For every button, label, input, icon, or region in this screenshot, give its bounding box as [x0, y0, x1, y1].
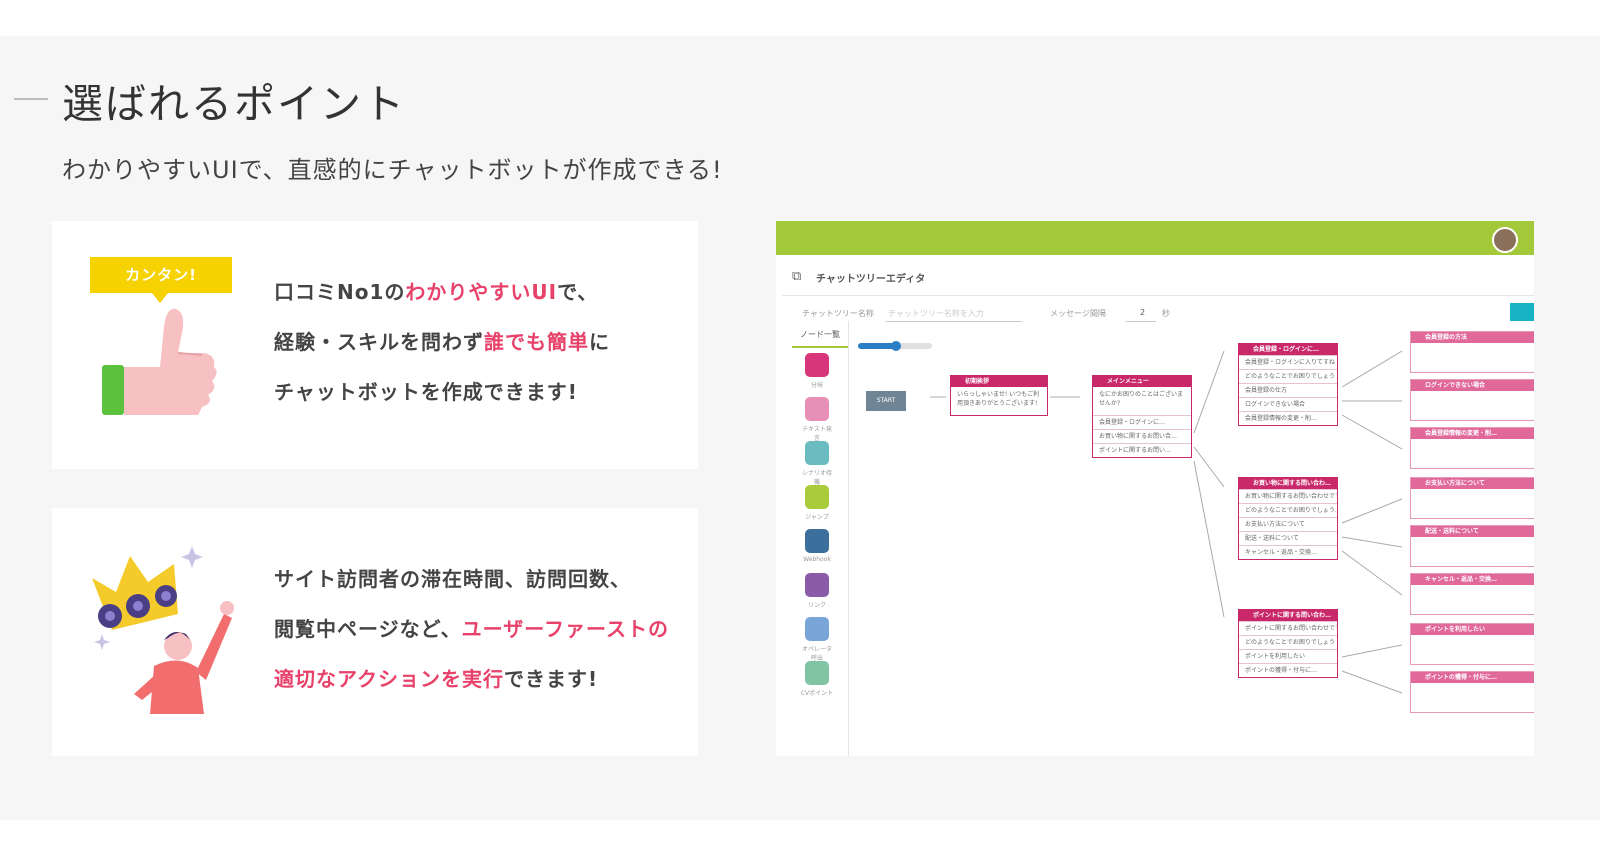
editor-title: チャットツリーエディタ	[816, 274, 926, 285]
thumbs-up-icon	[102, 308, 217, 415]
interval-input[interactable]: 2	[1140, 308, 1145, 317]
card2-line3-highlight: 適切なアクションを実行	[274, 667, 504, 691]
avatar	[1492, 227, 1518, 253]
cv-point-icon	[805, 661, 829, 685]
interval-label: メッセージ間隔	[1050, 309, 1106, 318]
tree-name-underline	[886, 321, 1022, 322]
node-main-menu[interactable]: メインメニュー なにかお困りのことはございませんか? 会員登録・ログインに… お…	[1092, 375, 1192, 458]
card2-line1: サイト訪問者の滞在時間、訪問回数、	[274, 567, 631, 591]
node-item-branch[interactable]: 分岐	[800, 353, 834, 389]
start-node[interactable]: START	[866, 391, 906, 411]
leaf-node[interactable]: ログインできない場合	[1410, 379, 1534, 421]
leaf-node[interactable]: お支払い方法について	[1410, 477, 1534, 519]
card2-line3-b: できます!	[504, 667, 599, 691]
card1-line2-c: に	[589, 330, 610, 354]
card1-line2-highlight: 誰でも簡単	[484, 330, 589, 354]
easy-badge: カンタン!	[90, 257, 232, 303]
title-decoration-line	[14, 98, 48, 100]
leaf-node[interactable]: 会員登録の方法	[1410, 331, 1534, 373]
node-list-sidebar: ノード一覧 分岐 テキスト発言 シナリオ待機 ジャンプ Webhook リンク …	[782, 321, 849, 756]
card1-text: 口コミNo1のわかりやすいUIで、 経験・スキルを問わず誰でも簡単に チャットボ…	[274, 267, 610, 417]
leaf-node[interactable]: ポイントの獲得・付与に…	[1410, 671, 1534, 713]
leaf-node[interactable]: 配送・送料について	[1410, 525, 1534, 567]
card2-text: サイト訪問者の滞在時間、訪問回数、 閲覧中ページなど、ユーザーファーストの 適切…	[274, 554, 669, 704]
interval-underline	[1126, 321, 1156, 322]
node-item-scenario[interactable]: シナリオ待機	[800, 441, 834, 486]
node-item-webhook[interactable]: Webhook	[800, 529, 834, 563]
card1-line1-highlight: わかりやすいUI	[405, 280, 558, 304]
card1-line3: チャットボットを作成できます!	[274, 380, 578, 404]
node-item-cv[interactable]: CVポイント	[800, 661, 834, 697]
scenario-icon	[805, 441, 829, 465]
node-item-operator[interactable]: オペレータ呼出	[800, 617, 834, 662]
card2-line2-a: 閲覧中ページなど、	[274, 617, 462, 641]
editor-field-row: チャットツリー名称 チャットツリー名称を入力 メッセージ間隔 2 秒	[782, 301, 1534, 327]
text-bubble-icon	[805, 397, 829, 421]
node-shopping[interactable]: お買い物に関する問い合わ… お買い物に関するお問い合わせですね どのようなことで…	[1238, 477, 1338, 560]
section-subtitle: わかりやすいUIで、直感的にチャットボットが作成できる!	[62, 156, 723, 184]
feature-card-action: サイト訪問者の滞在時間、訪問回数、 閲覧中ページなど、ユーザーファーストの 適切…	[52, 508, 698, 756]
tree-icon: ⧉	[792, 269, 802, 284]
tree-name-input[interactable]: チャットツリー名称を入力	[888, 308, 984, 319]
chat-tree-editor-screenshot: ⧉ チャットツリーエディタ チャットツリー名称 チャットツリー名称を入力 メッセ…	[776, 221, 1534, 756]
leaf-node[interactable]: ポイントを利用したい	[1410, 623, 1534, 665]
editor-header: ⧉ チャットツリーエディタ	[782, 261, 1534, 296]
crown-person-illustration	[92, 546, 234, 714]
card1-line2-a: 経験・スキルを問わず	[274, 330, 484, 354]
card1-line1-a: 口コミNo1の	[274, 280, 406, 304]
section-title: 選ばれるポイント	[62, 80, 406, 128]
card1-line1-c: で、	[557, 280, 599, 304]
leaf-node[interactable]: 会員登録情報の変更・削…	[1410, 427, 1534, 469]
operator-icon	[805, 617, 829, 641]
node-list-title: ノード一覧	[792, 329, 848, 348]
save-button[interactable]	[1510, 303, 1534, 321]
node-points[interactable]: ポイントに関する問い合わ… ポイントに関するお問い合わせですね どのようなことで…	[1238, 609, 1338, 678]
node-item-link[interactable]: リンク	[800, 573, 834, 609]
leaf-node[interactable]: キャンセル・返品・交換…	[1410, 573, 1534, 615]
tree-name-label: チャットツリー名称	[802, 309, 874, 318]
jump-icon	[805, 485, 829, 509]
card2-line2-highlight: ユーザーファーストの	[461, 617, 670, 641]
editor-topbar	[776, 221, 1534, 255]
editor-canvas: START 初期挨拶 いらっしゃいませ! いつもご利用頂きありがとうございます!…	[854, 327, 1534, 756]
node-member[interactable]: 会員登録・ログインに… 会員登録・ログインに入りてすね どのようなことでお困りで…	[1238, 343, 1338, 426]
node-item-jump[interactable]: ジャンプ	[800, 485, 834, 521]
link-icon	[805, 573, 829, 597]
interval-unit: 秒	[1162, 309, 1170, 318]
node-greeting[interactable]: 初期挨拶 いらっしゃいませ! いつもご利用頂きありがとうございます!	[950, 375, 1048, 416]
node-item-text[interactable]: テキスト発言	[800, 397, 834, 442]
webhook-icon	[805, 529, 829, 553]
feature-card-easy: カンタン! 口コミNo1のわかりやすいUIで、 経験・スキルを問わず誰でも簡単に…	[52, 221, 698, 469]
branch-icon	[805, 353, 829, 377]
